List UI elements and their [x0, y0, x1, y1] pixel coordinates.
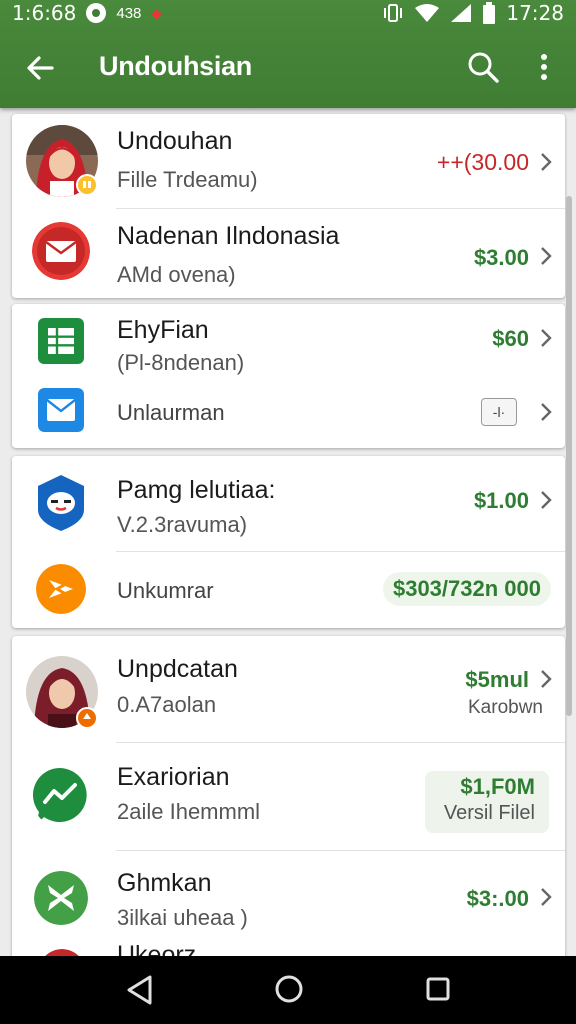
- list-item[interactable]: Exariorian 2aile Ihemmml $1,F0M Versil F…: [12, 743, 565, 850]
- scrollbar[interactable]: [566, 196, 572, 716]
- item-title: Pamg lelutiaa:: [117, 476, 276, 504]
- page-title: Undouhsian: [99, 51, 252, 81]
- item-subtitle: V.2.3ravuma): [117, 512, 248, 537]
- toolbar: Undouhsian: [0, 40, 576, 96]
- item-subtitle: (Pl-8ndenan): [117, 350, 245, 375]
- app-bar: 1:6:68 438 ◆ 17:28 Undouhsian: [0, 0, 576, 108]
- profile-avatar-red-hijab: [26, 125, 98, 197]
- action-button[interactable]: -l·: [481, 398, 517, 426]
- nav-back-icon[interactable]: [124, 974, 154, 1006]
- chevron-right-icon: [541, 491, 552, 509]
- item-subtitle: 0.A7aolan: [117, 692, 217, 717]
- status-clock: 1:6:68: [12, 1, 77, 25]
- battery-icon: [483, 2, 496, 24]
- item-subtitle: AMd ovena): [117, 262, 236, 287]
- profile-avatar-maroon-hijab: [26, 656, 98, 729]
- alert-dot-icon: ◆: [151, 4, 163, 21]
- mail-icon: [32, 222, 90, 280]
- item-label: Unkumrar: [117, 578, 214, 603]
- item-title: Undouhan: [117, 127, 233, 155]
- system-nav-bar: [0, 956, 576, 1024]
- sheets-icon: [38, 318, 84, 364]
- list-item[interactable]: Unlaurman -l·: [12, 378, 565, 448]
- item-amount: ++(30.00: [436, 149, 529, 175]
- back-arrow-icon[interactable]: [22, 50, 58, 86]
- item-amount-sub: Versil Filel: [443, 802, 535, 824]
- item-title: Unpdcatan: [117, 655, 238, 683]
- item-title: Ghmkan: [117, 869, 212, 897]
- list-item[interactable]: Ghmkan 3ilkai uheaa ) $3:.00: [12, 851, 565, 949]
- item-title: Nadenan Ilndonasia: [117, 222, 340, 250]
- item-subtitle: Fille Trdeamu): [117, 167, 258, 192]
- item-amount: $1.00: [473, 488, 529, 513]
- card-group-1: Undouhan Fille Trdeamu) ++(30.00 Nadenan…: [12, 114, 565, 298]
- list-item[interactable]: Unkumrar $303/732n 000: [12, 552, 565, 628]
- chevron-right-icon: [541, 888, 552, 906]
- amount-pill[interactable]: $303/732n 000: [382, 572, 551, 606]
- notification-icon: [86, 3, 107, 23]
- red-circle-icon: [45, 949, 79, 956]
- chevron-right-icon: [541, 403, 552, 421]
- list-item[interactable]: EhyFian (Pl-8ndenan) $60: [12, 304, 565, 378]
- status-time: 17:28: [506, 1, 564, 25]
- status-small-text: 438: [116, 4, 142, 22]
- item-amount-sub: Karobwn: [468, 697, 543, 718]
- card-group-3: Pamg lelutiaa: V.2.3ravuma) $1.00 Unkumr…: [12, 456, 565, 628]
- shield-face-icon: [38, 475, 84, 531]
- item-amount: $5mul: [465, 667, 529, 692]
- item-subtitle: 2aile Ihemmml: [117, 799, 261, 824]
- chevron-right-icon: [541, 247, 552, 265]
- search-icon[interactable]: [466, 50, 500, 84]
- mail-icon: [38, 388, 84, 432]
- item-title: EhyFian: [117, 316, 209, 344]
- nav-recents-icon[interactable]: [426, 977, 450, 1001]
- chart-line-icon: [32, 768, 87, 825]
- list-item[interactable]: Ukeorz: [12, 941, 565, 956]
- card-group-4: Unpdcatan 0.A7aolan $5mul Karobwn Exario…: [12, 636, 565, 956]
- card-group-2: EhyFian (Pl-8ndenan) $60 Unlaurman -l·: [12, 304, 565, 448]
- list-item[interactable]: Nadenan Ilndonasia AMd ovena) $3.00: [12, 209, 565, 298]
- chevron-right-icon: [541, 329, 552, 347]
- signal-icon: [451, 4, 472, 22]
- amount-tag[interactable]: $1,F0M Versil Filel: [425, 771, 549, 833]
- list-item[interactable]: Unpdcatan 0.A7aolan $5mul Karobwn: [12, 636, 565, 742]
- item-title: Ukeorz: [117, 941, 197, 956]
- vibrate-icon: [384, 4, 403, 22]
- more-vert-icon[interactable]: [530, 50, 558, 84]
- fan-icon: [34, 871, 88, 925]
- share-icon: [36, 564, 86, 614]
- wifi-icon: [415, 4, 440, 22]
- nav-home-icon[interactable]: [274, 974, 304, 1004]
- item-amount: $60: [492, 326, 529, 351]
- chevron-right-icon: [541, 670, 552, 688]
- item-label: Unlaurman: [117, 400, 225, 425]
- list-item[interactable]: Pamg lelutiaa: V.2.3ravuma) $1.00: [12, 456, 565, 551]
- list-item[interactable]: Undouhan Fille Trdeamu) ++(30.00: [12, 114, 565, 208]
- item-amount: $3.00: [473, 245, 529, 270]
- item-title: Exariorian: [117, 763, 230, 791]
- item-amount: $3:.00: [466, 886, 529, 911]
- item-amount: $1,F0M: [460, 774, 535, 799]
- chevron-right-icon: [541, 153, 552, 171]
- status-bar: 1:6:68 438 ◆ 17:28: [0, 0, 576, 26]
- item-subtitle: 3ilkai uheaa ): [117, 905, 248, 930]
- transaction-list[interactable]: Undouhan Fille Trdeamu) ++(30.00 Nadenan…: [0, 108, 576, 956]
